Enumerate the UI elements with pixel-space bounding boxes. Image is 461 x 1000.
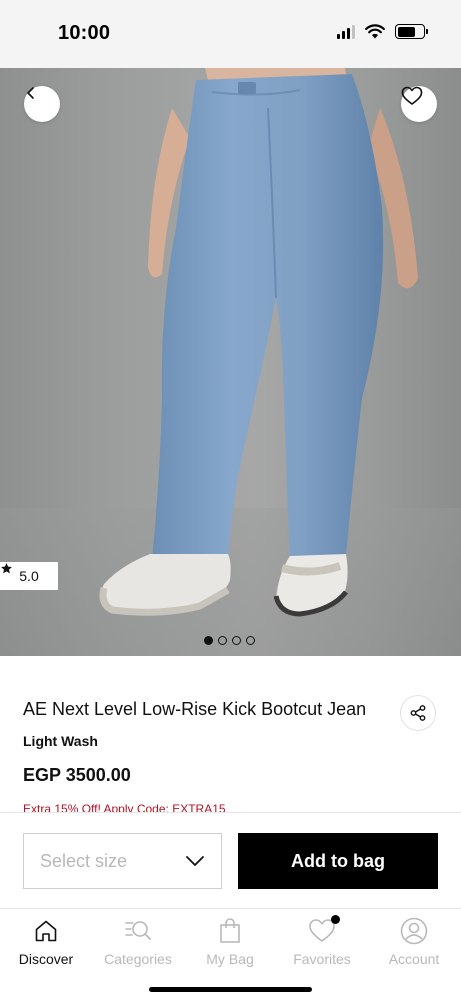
- heart-icon: [308, 915, 340, 945]
- carousel-indicators[interactable]: [204, 636, 255, 645]
- carousel-dot[interactable]: [218, 636, 227, 645]
- home-indicator: [149, 987, 312, 992]
- star-icon: [1, 563, 12, 574]
- heart-icon: [401, 86, 423, 105]
- purchase-bar: Select size Add to bag: [0, 812, 461, 908]
- carousel-dot[interactable]: [232, 636, 241, 645]
- status-bar: 10:00: [0, 0, 461, 68]
- product-price: EGP 3500.00: [23, 765, 131, 785]
- user-icon: [400, 917, 428, 945]
- nav-item-favorites[interactable]: Favorites: [276, 915, 368, 967]
- share-icon: [410, 705, 426, 721]
- battery-icon: [395, 24, 428, 39]
- status-time: 10:00: [58, 22, 111, 44]
- share-button[interactable]: [400, 695, 436, 731]
- back-button[interactable]: [24, 86, 60, 122]
- nav-label: Account: [388, 951, 440, 967]
- wifi-icon: [365, 24, 385, 39]
- favorite-button[interactable]: [401, 86, 437, 122]
- chevron-left-icon: [27, 87, 34, 99]
- promo-banner: Extra 15% Off! Apply Code: EXTRA15: [0, 800, 461, 812]
- status-icons: [337, 24, 428, 39]
- categories-search-icon: [123, 917, 153, 945]
- nav-label: My Bag: [206, 951, 254, 967]
- rating-badge: 5.0: [0, 562, 58, 590]
- nav-item-categories[interactable]: Categories: [92, 917, 184, 967]
- nav-item-discover[interactable]: Discover: [0, 917, 92, 967]
- add-to-bag-button[interactable]: Add to bag: [238, 833, 438, 889]
- promo-text: Extra 15% Off! Apply Code: EXTRA15: [23, 802, 226, 812]
- favorites-badge-dot: [331, 915, 340, 924]
- product-photo: [0, 68, 461, 656]
- cellular-signal-icon: [337, 24, 355, 39]
- size-select-placeholder: Select size: [40, 850, 128, 871]
- carousel-dot[interactable]: [246, 636, 255, 645]
- bottom-navigation: Discover Categories My Bag Favorites Acc…: [0, 908, 461, 1000]
- home-icon: [33, 917, 59, 945]
- product-color: Light Wash: [23, 733, 98, 749]
- product-image-carousel[interactable]: 5.0: [0, 68, 461, 656]
- shopping-bag-icon: [218, 917, 242, 945]
- rating-value: 5.0: [19, 568, 39, 584]
- nav-label: Favorites: [293, 951, 351, 967]
- nav-label: Discover: [18, 951, 74, 967]
- nav-label: Categories: [104, 951, 172, 967]
- product-title: AE Next Level Low-Rise Kick Bootcut Jean: [23, 699, 367, 719]
- size-select[interactable]: Select size: [23, 833, 222, 889]
- nav-item-my-bag[interactable]: My Bag: [184, 917, 276, 967]
- chevron-down-icon: [186, 856, 204, 866]
- carousel-dot[interactable]: [204, 636, 213, 645]
- nav-item-account[interactable]: Account: [368, 917, 460, 967]
